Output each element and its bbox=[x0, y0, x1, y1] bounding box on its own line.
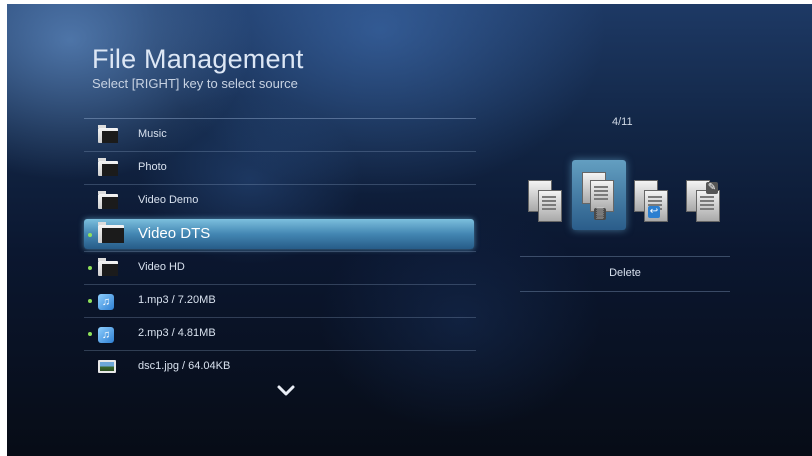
list-item-label: Video Demo bbox=[138, 194, 199, 206]
folder-icon bbox=[98, 258, 118, 276]
marked-dot-icon bbox=[88, 266, 92, 270]
page-subtitle: Select [RIGHT] key to select source bbox=[92, 76, 298, 91]
music-file-icon: ♫ bbox=[98, 294, 114, 310]
move-icon[interactable]: ↩ bbox=[630, 176, 672, 228]
list-item-music[interactable]: Music bbox=[84, 118, 476, 151]
list-item-label: dsc1.jpg / 64.04KB bbox=[138, 360, 231, 372]
folder-icon bbox=[98, 191, 118, 209]
rename-icon[interactable]: ✎ bbox=[682, 176, 724, 228]
list-item-label: 2.mp3 / 4.81MB bbox=[138, 327, 216, 339]
list-item-label: Video DTS bbox=[138, 225, 211, 242]
list-item-2-mp3[interactable]: ♫ 2.mp3 / 4.81MB bbox=[84, 317, 476, 350]
list-item-video-hd[interactable]: Video HD bbox=[84, 251, 476, 284]
list-item-label: 1.mp3 / 7.20MB bbox=[138, 294, 216, 306]
marked-dot-icon bbox=[88, 299, 92, 303]
frame-border-left bbox=[0, 0, 7, 456]
frame-border-top bbox=[0, 0, 812, 4]
page-title: File Management bbox=[92, 44, 304, 74]
list-item-video-demo[interactable]: Video Demo bbox=[84, 184, 476, 217]
action-toolbar: ▒ ↩ ✎ bbox=[520, 160, 730, 236]
list-item-label: Photo bbox=[138, 161, 167, 173]
delete-icon[interactable]: ▒ bbox=[572, 160, 626, 230]
file-list: Music Photo Video Demo Video DTS Video H… bbox=[84, 118, 476, 383]
chevron-down-icon[interactable] bbox=[276, 384, 296, 398]
selected-action-label: Delete bbox=[520, 256, 730, 292]
folder-icon bbox=[98, 222, 124, 243]
list-item-label: Video HD bbox=[138, 261, 185, 273]
folder-icon bbox=[98, 158, 118, 176]
copy-icon[interactable] bbox=[524, 176, 566, 228]
image-file-icon bbox=[98, 360, 116, 373]
list-item-video-dts[interactable]: Video DTS bbox=[84, 219, 474, 249]
folder-icon bbox=[98, 125, 118, 143]
item-counter: 4/11 bbox=[612, 116, 633, 128]
list-item-photo[interactable]: Photo bbox=[84, 151, 476, 184]
file-management-screen: File Management Select [RIGHT] key to se… bbox=[0, 0, 812, 456]
marked-dot-icon bbox=[88, 332, 92, 336]
list-item-dsc1-jpg[interactable]: dsc1.jpg / 64.04KB bbox=[84, 350, 476, 383]
music-file-icon: ♫ bbox=[98, 327, 114, 343]
list-item-1-mp3[interactable]: ♫ 1.mp3 / 7.20MB bbox=[84, 284, 476, 317]
marked-dot-icon bbox=[88, 233, 92, 237]
list-item-label: Music bbox=[138, 128, 167, 140]
